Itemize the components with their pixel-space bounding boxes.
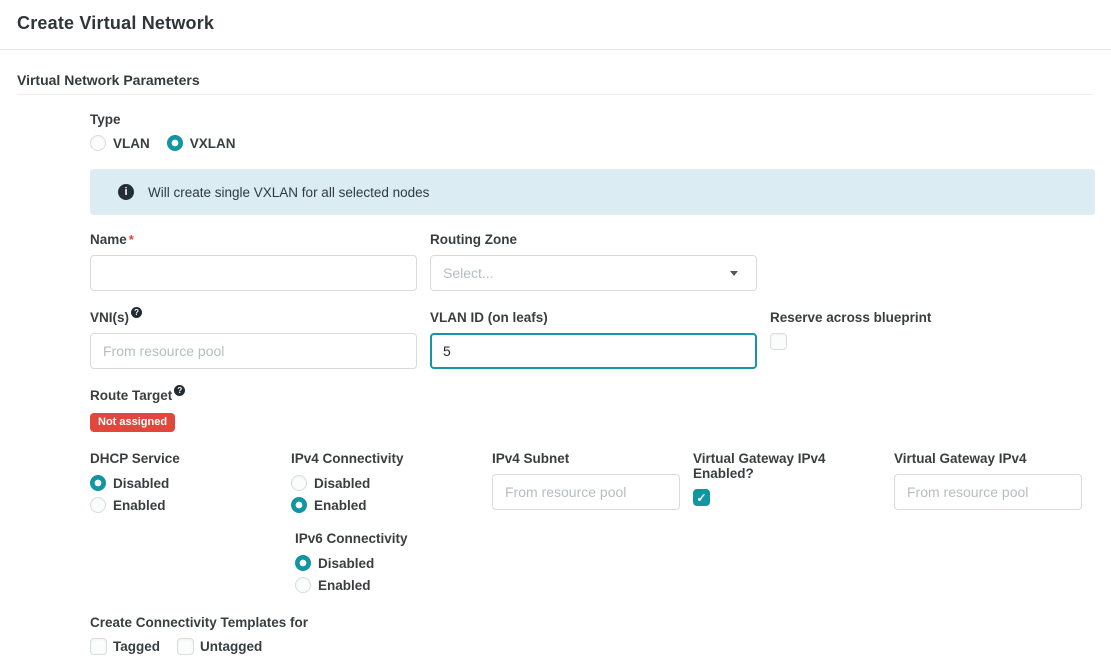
dhcp-service-radio-group: Disabled Enabled: [90, 474, 278, 518]
connectivity-templates-field: Create Connectivity Templates for ✓ Tagg…: [90, 615, 1095, 655]
ipv4-subnet-input[interactable]: [492, 474, 680, 510]
connectivity-templates-checkbox-group: ✓ Tagged ✓ Untagged: [90, 638, 1095, 655]
required-asterisk: *: [129, 232, 134, 247]
radio-option-dhcp-enabled[interactable]: Enabled: [90, 496, 278, 514]
routing-zone-label: Routing Zone: [430, 232, 757, 247]
name-input[interactable]: [90, 255, 417, 291]
ipv4-connectivity-label: IPv4 Connectivity: [291, 451, 479, 466]
radio-option-dhcp-disabled[interactable]: Disabled: [90, 474, 278, 492]
caret-down-icon: [730, 271, 738, 276]
radio-label: Disabled: [113, 476, 169, 491]
radio-icon[interactable]: [291, 475, 307, 491]
radio-option-vxlan[interactable]: VXLAN: [167, 135, 236, 151]
row-dhcp-ipv4: DHCP Service Disabled Enabled IPv4 Conne…: [90, 451, 1095, 518]
radio-option-ipv6-enabled[interactable]: Enabled: [295, 576, 1095, 594]
checkbox-option-tagged[interactable]: ✓ Tagged: [90, 638, 160, 655]
radio-label: VLAN: [113, 136, 150, 151]
check-icon: ✓: [696, 492, 706, 504]
name-label: Name*: [90, 232, 417, 247]
radio-label: Enabled: [314, 498, 367, 513]
type-field: Type VLAN VXLAN: [90, 112, 1095, 151]
dhcp-service-field: DHCP Service Disabled Enabled: [90, 451, 278, 518]
radio-checked-icon[interactable]: [90, 475, 106, 491]
section-title: Virtual Network Parameters: [17, 72, 1094, 88]
radio-icon[interactable]: [90, 135, 106, 151]
vni-label: VNI(s)?: [90, 310, 417, 325]
form-content: Type VLAN VXLAN i Will create single VXL…: [0, 112, 1111, 655]
reserve-across-blueprint-label: Reserve across blueprint: [770, 310, 931, 325]
routing-zone-select[interactable]: Select...: [430, 255, 757, 291]
ipv6-connectivity-label: IPv6 Connectivity: [295, 531, 1095, 546]
virtual-gateway-ipv4-input[interactable]: [894, 474, 1082, 510]
tagged-checkbox[interactable]: ✓: [90, 638, 107, 655]
virtual-gateway-ipv4-label: Virtual Gateway IPv4: [894, 451, 1082, 466]
vni-input[interactable]: [90, 333, 417, 369]
checkbox-label: Tagged: [113, 639, 160, 654]
dhcp-service-label: DHCP Service: [90, 451, 278, 466]
radio-label: Enabled: [318, 578, 371, 593]
radio-checked-icon[interactable]: [167, 135, 183, 151]
vlan-id-label: VLAN ID (on leafs): [430, 310, 757, 325]
ipv4-subnet-label: IPv4 Subnet: [492, 451, 680, 466]
help-icon[interactable]: ?: [174, 385, 185, 396]
reserve-across-blueprint-field: Reserve across blueprint ✓: [770, 310, 931, 350]
radio-option-ipv6-disabled[interactable]: Disabled: [295, 554, 1095, 572]
checkbox-label: Untagged: [200, 639, 262, 654]
radio-icon[interactable]: [90, 497, 106, 513]
page-header: Create Virtual Network: [0, 0, 1111, 50]
page-title: Create Virtual Network: [17, 13, 1094, 34]
ipv4-connectivity-field: IPv4 Connectivity Disabled Enabled: [291, 451, 479, 518]
route-target-label: Route Target?: [90, 388, 1095, 403]
name-field: Name*: [90, 232, 417, 291]
help-icon[interactable]: ?: [131, 307, 142, 318]
radio-option-ipv4-enabled[interactable]: Enabled: [291, 496, 479, 514]
virtual-gateway-ipv4-enabled-field: Virtual Gateway IPv4 Enabled? ✓: [693, 451, 881, 506]
row-vni-vlan: VNI(s)? VLAN ID (on leafs) Reserve acros…: [90, 310, 1095, 369]
info-banner: i Will create single VXLAN for all selec…: [90, 169, 1095, 215]
radio-checked-icon[interactable]: [295, 555, 311, 571]
ipv4-subnet-field: IPv4 Subnet: [492, 451, 680, 510]
vlan-id-input[interactable]: [430, 333, 757, 369]
checkbox-option-untagged[interactable]: ✓ Untagged: [177, 638, 262, 655]
virtual-gateway-ipv4-field: Virtual Gateway IPv4: [894, 451, 1082, 510]
radio-label: Disabled: [318, 556, 374, 571]
ipv6-connectivity-radio-group: Disabled Enabled: [295, 554, 1095, 598]
radio-option-ipv4-disabled[interactable]: Disabled: [291, 474, 479, 492]
radio-checked-icon[interactable]: [291, 497, 307, 513]
virtual-gateway-ipv4-enabled-checkbox[interactable]: ✓: [693, 489, 710, 506]
section-header: Virtual Network Parameters: [17, 72, 1094, 95]
radio-label: Enabled: [113, 498, 166, 513]
type-radio-group: VLAN VXLAN: [90, 135, 1095, 151]
info-banner-text: Will create single VXLAN for all selecte…: [148, 185, 429, 200]
vni-field: VNI(s)?: [90, 310, 417, 369]
vlan-id-field: VLAN ID (on leafs): [430, 310, 757, 369]
connectivity-templates-label: Create Connectivity Templates for: [90, 615, 1095, 630]
info-icon: i: [118, 184, 134, 200]
route-target-field: Route Target? Not assigned: [90, 388, 1095, 432]
ipv6-connectivity-field: IPv6 Connectivity Disabled Enabled: [295, 531, 1095, 598]
ipv4-connectivity-radio-group: Disabled Enabled: [291, 474, 479, 518]
row-name-routing-zone: Name* Routing Zone Select...: [90, 232, 1095, 291]
select-placeholder: Select...: [443, 265, 494, 281]
radio-option-vlan[interactable]: VLAN: [90, 135, 150, 151]
untagged-checkbox[interactable]: ✓: [177, 638, 194, 655]
reserve-across-blueprint-checkbox[interactable]: ✓: [770, 333, 787, 350]
type-label: Type: [90, 112, 1095, 127]
radio-label: Disabled: [314, 476, 370, 491]
radio-icon[interactable]: [295, 577, 311, 593]
status-badge: Not assigned: [90, 413, 175, 432]
routing-zone-field: Routing Zone Select...: [430, 232, 757, 291]
radio-label: VXLAN: [190, 136, 236, 151]
virtual-gateway-ipv4-enabled-label: Virtual Gateway IPv4 Enabled?: [693, 451, 853, 481]
